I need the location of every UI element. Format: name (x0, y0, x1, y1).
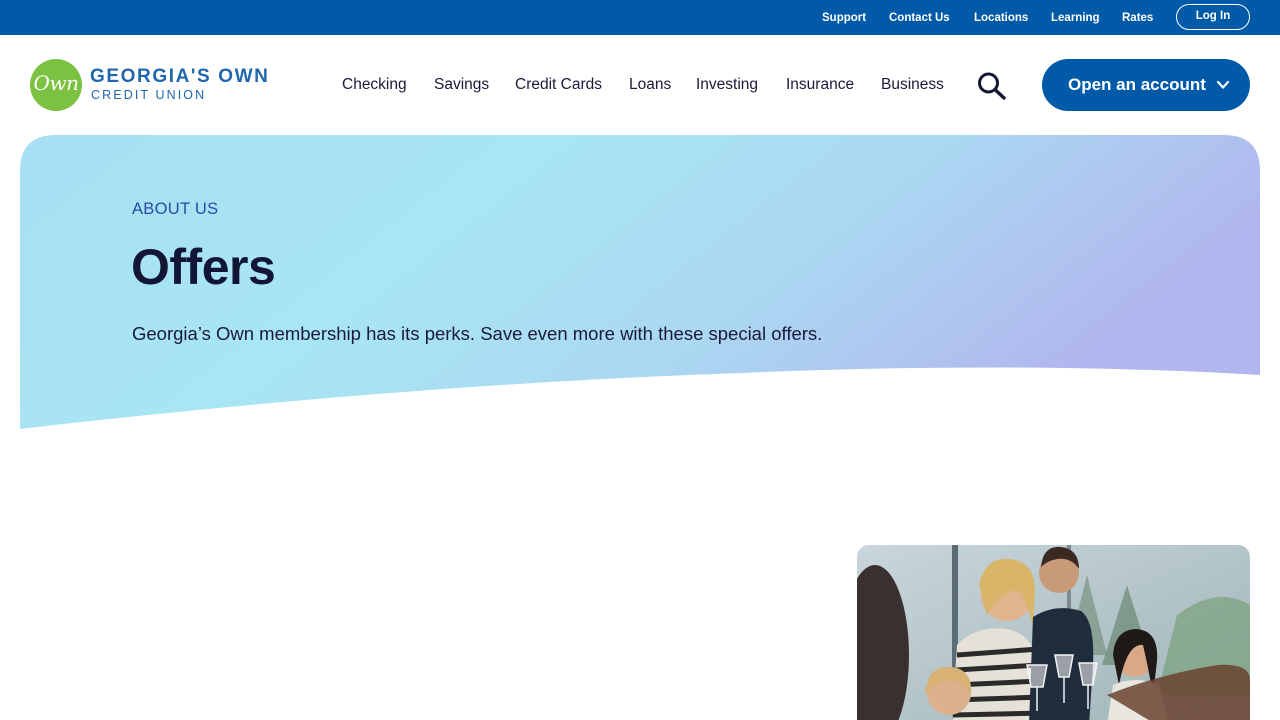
utility-link-locations[interactable]: Locations (974, 11, 1028, 25)
offers-photo (857, 545, 1250, 720)
nav-item-savings[interactable]: Savings (434, 76, 489, 94)
logo-mark-text: Own (33, 71, 79, 95)
main-header: Own GEORGIA'S OWN CREDIT UNION Checking … (0, 35, 1280, 135)
logo[interactable]: Own GEORGIA'S OWN CREDIT UNION (30, 59, 280, 111)
open-account-label: Open an account (1068, 75, 1206, 94)
hero-banner: ABOUT US Offers Georgia’s Own membership… (20, 135, 1260, 435)
page-title: Offers (131, 239, 276, 295)
logo-name: GEORGIA'S OWN (90, 66, 270, 87)
nav-item-credit-cards[interactable]: Credit Cards (515, 76, 602, 94)
logo-mark: Own (30, 59, 82, 111)
utility-bar: Support Contact Us Locations Learning Ra… (0, 0, 1280, 35)
search-button[interactable] (976, 71, 1008, 101)
nav-item-loans[interactable]: Loans (629, 76, 671, 94)
utility-link-contact-us[interactable]: Contact Us (889, 11, 950, 25)
nav-item-business[interactable]: Business (881, 76, 944, 94)
hero-eyebrow: ABOUT US (132, 200, 219, 218)
search-icon (978, 72, 1006, 100)
utility-link-rates[interactable]: Rates (1122, 11, 1153, 25)
nav-item-investing[interactable]: Investing (696, 76, 758, 94)
login-button[interactable]: Log In (1176, 4, 1250, 30)
logo-subtitle: CREDIT UNION (91, 88, 207, 102)
nav-item-insurance[interactable]: Insurance (786, 76, 854, 94)
nav-item-checking[interactable]: Checking (342, 76, 407, 94)
hero-description: Georgia’s Own membership has its perks. … (132, 323, 823, 344)
utility-link-support[interactable]: Support (822, 11, 866, 25)
utility-link-learning[interactable]: Learning (1051, 11, 1100, 25)
open-account-button[interactable]: Open an account (1042, 59, 1250, 111)
chevron-down-icon (1216, 80, 1230, 89)
